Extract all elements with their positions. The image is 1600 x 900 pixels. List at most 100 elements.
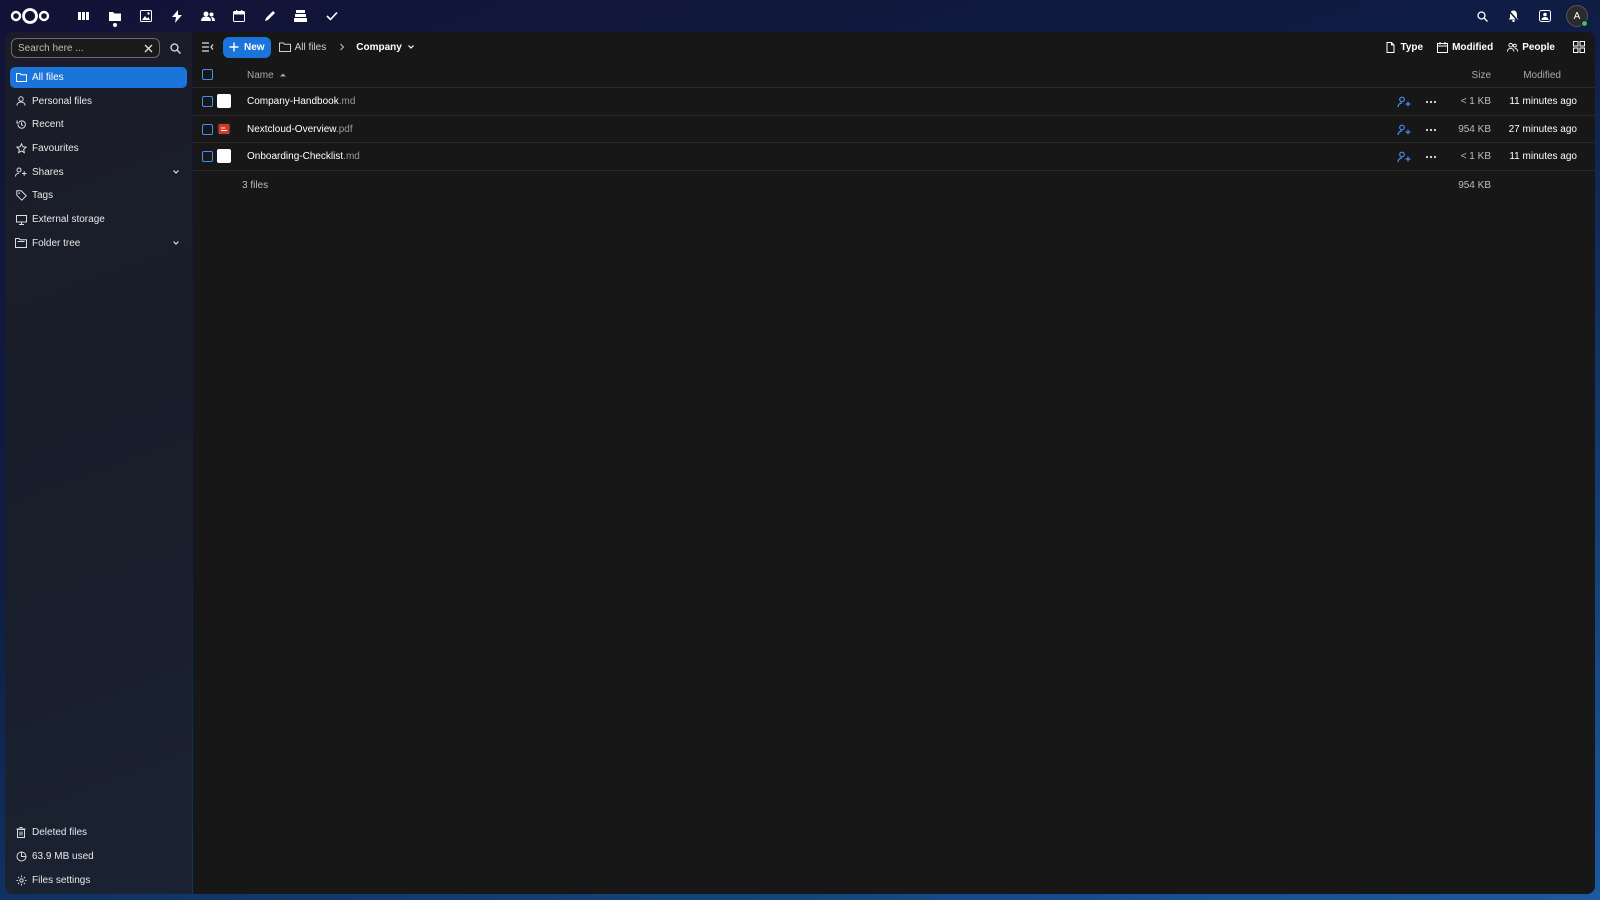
breadcrumb-all-files[interactable]: All files bbox=[295, 42, 327, 53]
storage-quota[interactable]: 63.9 MB used bbox=[10, 846, 187, 867]
sidebar-item-label: Tags bbox=[32, 190, 54, 202]
folder-icon bbox=[15, 72, 27, 84]
chevron-down-icon[interactable] bbox=[171, 238, 181, 248]
sidebar-item-folder-tree[interactable]: Folder tree bbox=[10, 233, 187, 254]
sidebar-item-personal-files[interactable]: Personal files bbox=[10, 91, 187, 112]
calendar-app-icon[interactable] bbox=[223, 0, 254, 32]
name-column-header[interactable]: Name bbox=[247, 62, 287, 88]
search-icon[interactable] bbox=[1467, 0, 1498, 32]
select-all-checkbox[interactable] bbox=[202, 69, 213, 80]
avatar-letter: A bbox=[1573, 10, 1581, 22]
sidebar-item-label: Personal files bbox=[32, 95, 93, 107]
table-row[interactable]: Nextcloud-Overview.pdf 954 KB 27 minutes… bbox=[193, 116, 1595, 143]
trash-icon bbox=[15, 827, 27, 839]
modified-filter-button[interactable]: Modified bbox=[1437, 41, 1494, 53]
type-filter-button[interactable]: Type bbox=[1385, 41, 1423, 53]
chevron-right-icon bbox=[340, 43, 345, 51]
share-icon[interactable] bbox=[1397, 124, 1411, 136]
notifications-bell-icon[interactable] bbox=[1498, 0, 1529, 32]
size-column-label: Size bbox=[1471, 69, 1491, 81]
table-row[interactable]: Company-Handbook.md < 1 KB 11 minutes ag… bbox=[193, 88, 1595, 116]
sidebar-item-deleted-files[interactable]: Deleted files bbox=[10, 822, 187, 843]
file-basename: Company-Handbook bbox=[247, 96, 339, 107]
contacts-menu-icon[interactable] bbox=[1529, 0, 1560, 32]
sidebar-item-shares[interactable]: Shares bbox=[10, 162, 187, 183]
toggle-navigation-icon[interactable] bbox=[197, 36, 219, 58]
row-checkbox[interactable] bbox=[202, 96, 213, 107]
files-toolbar: New All files Company Type Modified Peop… bbox=[193, 32, 1595, 62]
plus-icon bbox=[229, 42, 239, 52]
text-file-icon bbox=[217, 149, 231, 163]
sidebar-item-external-storage[interactable]: External storage bbox=[10, 209, 187, 230]
file-name[interactable]: Nextcloud-Overview.pdf bbox=[247, 124, 353, 135]
row-checkbox[interactable] bbox=[202, 123, 213, 135]
modified-column-header[interactable]: Modified bbox=[1523, 62, 1561, 88]
tasks-app-icon[interactable] bbox=[316, 0, 347, 32]
nextcloud-logo[interactable] bbox=[10, 7, 50, 25]
sidebar-item-label: External storage bbox=[32, 214, 105, 226]
notes-app-icon[interactable] bbox=[254, 0, 285, 32]
file-icon bbox=[1386, 41, 1395, 53]
folder-icon bbox=[278, 42, 291, 52]
file-list: Company-Handbook.md < 1 KB 11 minutes ag… bbox=[193, 88, 1595, 199]
new-button-label: New bbox=[244, 41, 265, 53]
monitor-icon bbox=[15, 214, 27, 226]
people-icon bbox=[1507, 42, 1519, 52]
people-filter-button[interactable]: People bbox=[1507, 42, 1555, 53]
chevron-down-icon bbox=[407, 45, 414, 49]
sort-ascending-icon bbox=[279, 73, 286, 77]
file-basename: Onboarding-Checklist bbox=[247, 151, 344, 162]
header-right: A bbox=[1467, 0, 1592, 32]
grid-view-icon[interactable] bbox=[1569, 37, 1589, 57]
more-actions-icon[interactable] bbox=[1425, 151, 1437, 163]
share-icon[interactable] bbox=[1397, 96, 1411, 108]
clear-search-icon[interactable] bbox=[141, 41, 155, 55]
storage-quota-label: 63.9 MB used bbox=[32, 851, 94, 862]
share-icon bbox=[15, 166, 27, 178]
person-icon bbox=[15, 95, 27, 107]
contacts-app-icon[interactable] bbox=[192, 0, 223, 32]
more-actions-icon[interactable] bbox=[1425, 96, 1437, 108]
filter-bar: Type Modified People bbox=[1385, 32, 1591, 62]
row-checkbox[interactable] bbox=[202, 151, 213, 162]
file-extension: .pdf bbox=[335, 123, 353, 135]
sidebar-item-files-settings[interactable]: Files settings bbox=[10, 870, 187, 891]
sidebar-footer: Deleted files 63.9 MB used Files setting… bbox=[10, 822, 187, 894]
file-basename: Nextcloud-Overview bbox=[247, 123, 336, 135]
file-name[interactable]: Onboarding-Checklist.md bbox=[247, 151, 360, 162]
new-button[interactable]: New bbox=[223, 36, 271, 58]
total-size: 954 KB bbox=[1458, 179, 1491, 191]
search-submit-icon[interactable] bbox=[165, 38, 185, 58]
file-modified: 11 minutes ago bbox=[1509, 96, 1577, 107]
pdf-file-icon bbox=[217, 121, 231, 136]
user-avatar[interactable]: A bbox=[1566, 5, 1588, 27]
chevron-down-icon[interactable] bbox=[171, 167, 181, 177]
size-column-header[interactable]: Size bbox=[1472, 62, 1491, 88]
activity-app-icon[interactable] bbox=[161, 0, 192, 32]
calendar-icon bbox=[1437, 41, 1449, 53]
sidebar-item-label: Recent bbox=[32, 119, 64, 131]
file-name[interactable]: Company-Handbook.md bbox=[247, 96, 355, 107]
files-navigation-sidebar: All files Personal files Recent Favourit… bbox=[5, 32, 192, 894]
sidebar-item-favourites[interactable]: Favourites bbox=[10, 138, 187, 159]
storage-pie-icon bbox=[15, 851, 27, 863]
file-size: < 1 KB bbox=[1460, 96, 1491, 107]
files-app-icon[interactable] bbox=[99, 0, 130, 32]
sidebar-item-recent[interactable]: Recent bbox=[10, 114, 187, 135]
table-row[interactable]: Onboarding-Checklist.md < 1 KB 11 minute… bbox=[193, 143, 1595, 171]
sidebar-item-label: Folder tree bbox=[32, 237, 81, 249]
breadcrumb-current-folder[interactable]: Company bbox=[356, 42, 416, 53]
photos-app-icon[interactable] bbox=[130, 0, 161, 32]
dashboard-app-icon[interactable] bbox=[68, 0, 99, 32]
history-icon bbox=[15, 119, 27, 131]
deck-app-icon[interactable] bbox=[285, 0, 316, 32]
modified-filter-label: Modified bbox=[1452, 41, 1494, 53]
sidebar-item-all-files[interactable]: All files bbox=[10, 67, 187, 88]
sidebar-item-tags[interactable]: Tags bbox=[10, 185, 187, 206]
more-actions-icon[interactable] bbox=[1425, 124, 1437, 136]
top-header: A bbox=[0, 0, 1600, 32]
search-input[interactable] bbox=[18, 42, 141, 54]
text-file-icon bbox=[217, 94, 231, 108]
search-field-wrapper bbox=[11, 38, 160, 58]
share-icon[interactable] bbox=[1397, 151, 1411, 163]
